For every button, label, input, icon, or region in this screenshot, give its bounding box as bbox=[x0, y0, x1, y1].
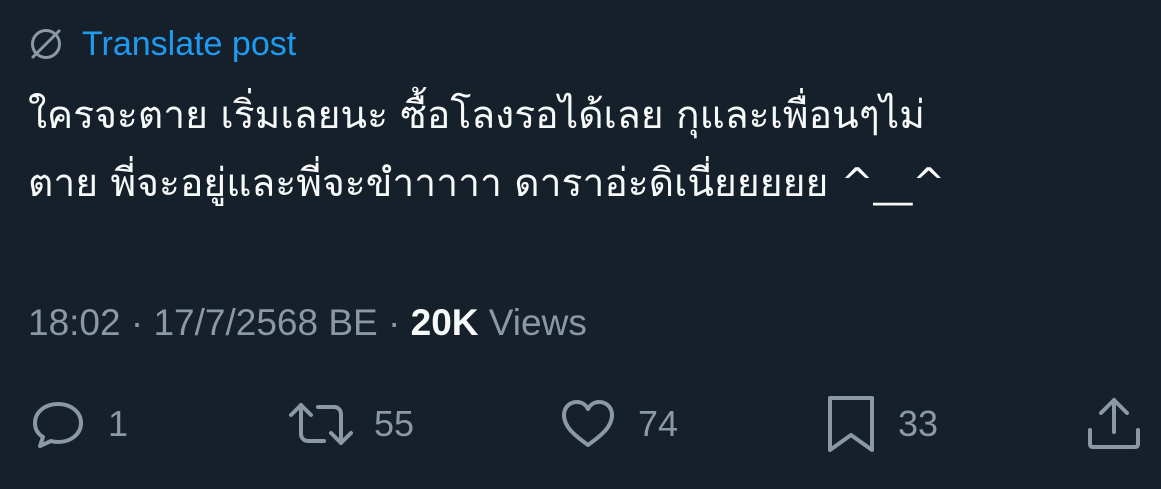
bookmark-count: 33 bbox=[898, 403, 939, 444]
heart-icon bbox=[556, 392, 620, 456]
meta-separator: · bbox=[377, 302, 411, 343]
post-text-line-1: ใครจะตาย เริ่มเลยนะ ซื้อโลงรอได้เลย กุแล… bbox=[28, 93, 925, 138]
post-text-line-2: ตาย พี่จะอยู่และพี่จะขำาาาา ดาราอ่ะดิเนี… bbox=[28, 161, 946, 206]
views-count: 20K bbox=[410, 302, 479, 343]
translate-post-label: Translate post bbox=[82, 25, 297, 63]
post-date[interactable]: 17/7/2568 BE bbox=[153, 302, 377, 344]
bookmark-icon bbox=[824, 392, 880, 456]
post-time[interactable]: 18:02 bbox=[28, 302, 121, 344]
like-count: 74 bbox=[638, 403, 679, 444]
reply-count: 1 bbox=[108, 403, 129, 444]
post-meta: 18:02 · 17/7/2568 BE · 20K Views bbox=[28, 298, 587, 348]
meta-separator: · bbox=[120, 302, 154, 343]
translate-post-button[interactable]: Translate post bbox=[26, 22, 296, 66]
reply-icon bbox=[26, 392, 90, 456]
share-button[interactable] bbox=[1084, 392, 1144, 456]
like-button[interactable]: 74 bbox=[556, 392, 678, 456]
post-actions: 1 55 74 33 bbox=[0, 392, 1161, 456]
views-label: Views bbox=[478, 302, 587, 343]
repost-button[interactable]: 55 bbox=[286, 392, 414, 456]
repost-icon bbox=[286, 392, 356, 456]
reply-button[interactable]: 1 bbox=[26, 392, 128, 456]
repost-count: 55 bbox=[374, 403, 415, 444]
post-text: ใครจะตาย เริ่มเลยนะ ซื้อโลงรอได้เลย กุแล… bbox=[28, 82, 1138, 218]
bookmark-button[interactable]: 33 bbox=[824, 392, 938, 456]
translate-icon bbox=[26, 24, 66, 64]
share-icon bbox=[1084, 392, 1144, 456]
